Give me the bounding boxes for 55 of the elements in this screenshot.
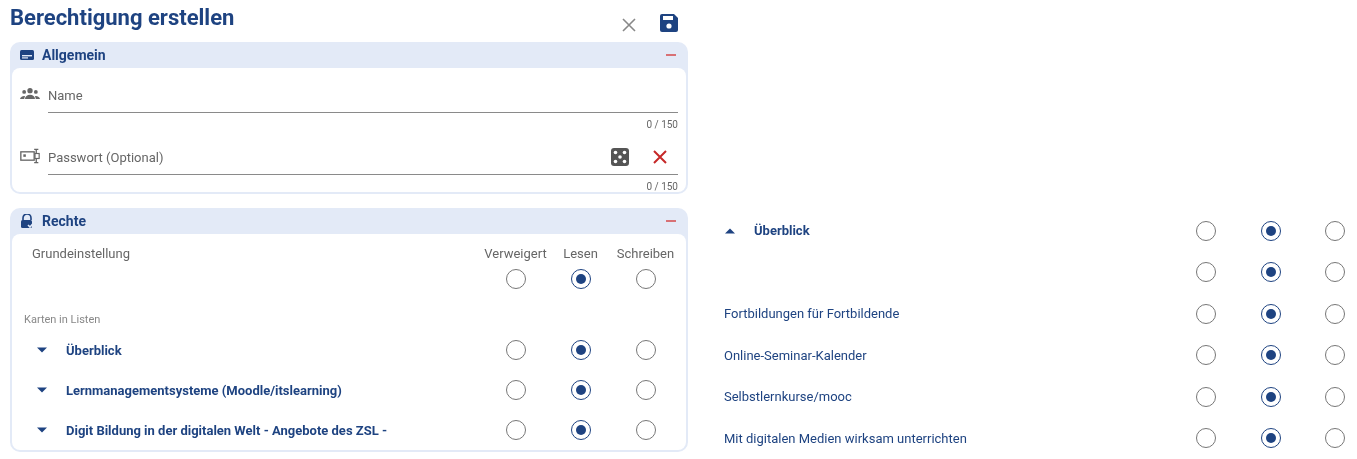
radio-button[interactable] (1260, 428, 1281, 449)
item-label: Selbstlernkurse/mooc (724, 389, 852, 405)
section-title[interactable]: Rechte (42, 213, 656, 229)
radio-button[interactable] (1260, 386, 1281, 407)
radio-button[interactable] (635, 420, 656, 440)
character-counter: 0 / 150 (646, 119, 678, 130)
radio-button[interactable] (570, 420, 591, 440)
radio-button[interactable] (1325, 428, 1345, 449)
radio-button[interactable] (1260, 262, 1281, 283)
save-button[interactable] (659, 13, 679, 33)
radio-button[interactable] (1195, 303, 1216, 324)
radio-button[interactable] (635, 340, 656, 360)
group-title: Digit Bildung in der digitalen Welt - Angebote des ZSL - (66, 422, 388, 438)
radio-button[interactable] (1195, 262, 1216, 283)
group-label: Karten in Listen (23, 312, 102, 328)
default-label: Grundeinstellung (31, 246, 131, 261)
item-label: Fortbildungen für Fortbildende (724, 306, 900, 322)
radio-button[interactable] (1325, 386, 1345, 407)
group-title: Lernmanagementsysteme (Moodle/itslearning) (66, 382, 342, 398)
radio-button[interactable] (505, 269, 526, 289)
radio-button[interactable] (505, 420, 526, 440)
radio-button[interactable] (1195, 386, 1216, 407)
radio-button[interactable] (1260, 303, 1281, 324)
password-icon (20, 146, 40, 166)
radio-button[interactable] (505, 380, 526, 400)
page-title: Berechtigung erstellen (10, 4, 236, 30)
radio-button[interactable] (570, 269, 591, 289)
radio-button[interactable] (1260, 220, 1281, 241)
radio-button[interactable] (570, 380, 591, 400)
column-header: Schreiben (615, 246, 676, 261)
column-header: Verweigert (483, 246, 548, 261)
radio-button[interactable] (1325, 220, 1345, 241)
radio-button[interactable] (635, 380, 656, 400)
item-label: Online-Seminar-Kalender (724, 347, 867, 363)
lock-icon (20, 213, 34, 229)
radio-button[interactable] (1325, 303, 1345, 324)
radio-button[interactable] (1325, 345, 1345, 366)
item-label: Mit digitalen Medien wirksam unterrichten (724, 430, 967, 446)
character-counter: 0 / 150 (646, 181, 678, 192)
radio-button[interactable] (1195, 345, 1216, 366)
input-field[interactable]: Name (48, 87, 678, 103)
card-icon (20, 49, 34, 61)
group-title: Überblick (66, 342, 122, 358)
radio-button[interactable] (1260, 345, 1281, 366)
dice-button[interactable] (610, 147, 630, 167)
radio-button[interactable] (1195, 428, 1216, 449)
radio-button[interactable] (1195, 220, 1216, 241)
radio-button[interactable] (570, 340, 591, 360)
input-field[interactable]: Passwort (Optional) (48, 149, 590, 165)
column-header: Lesen (562, 246, 599, 261)
radio-button[interactable] (505, 340, 526, 360)
radio-button[interactable] (1325, 262, 1345, 283)
radio-button[interactable] (635, 269, 656, 289)
section-title[interactable]: Allgemein (42, 47, 656, 63)
group-title: Überblick (754, 223, 810, 239)
